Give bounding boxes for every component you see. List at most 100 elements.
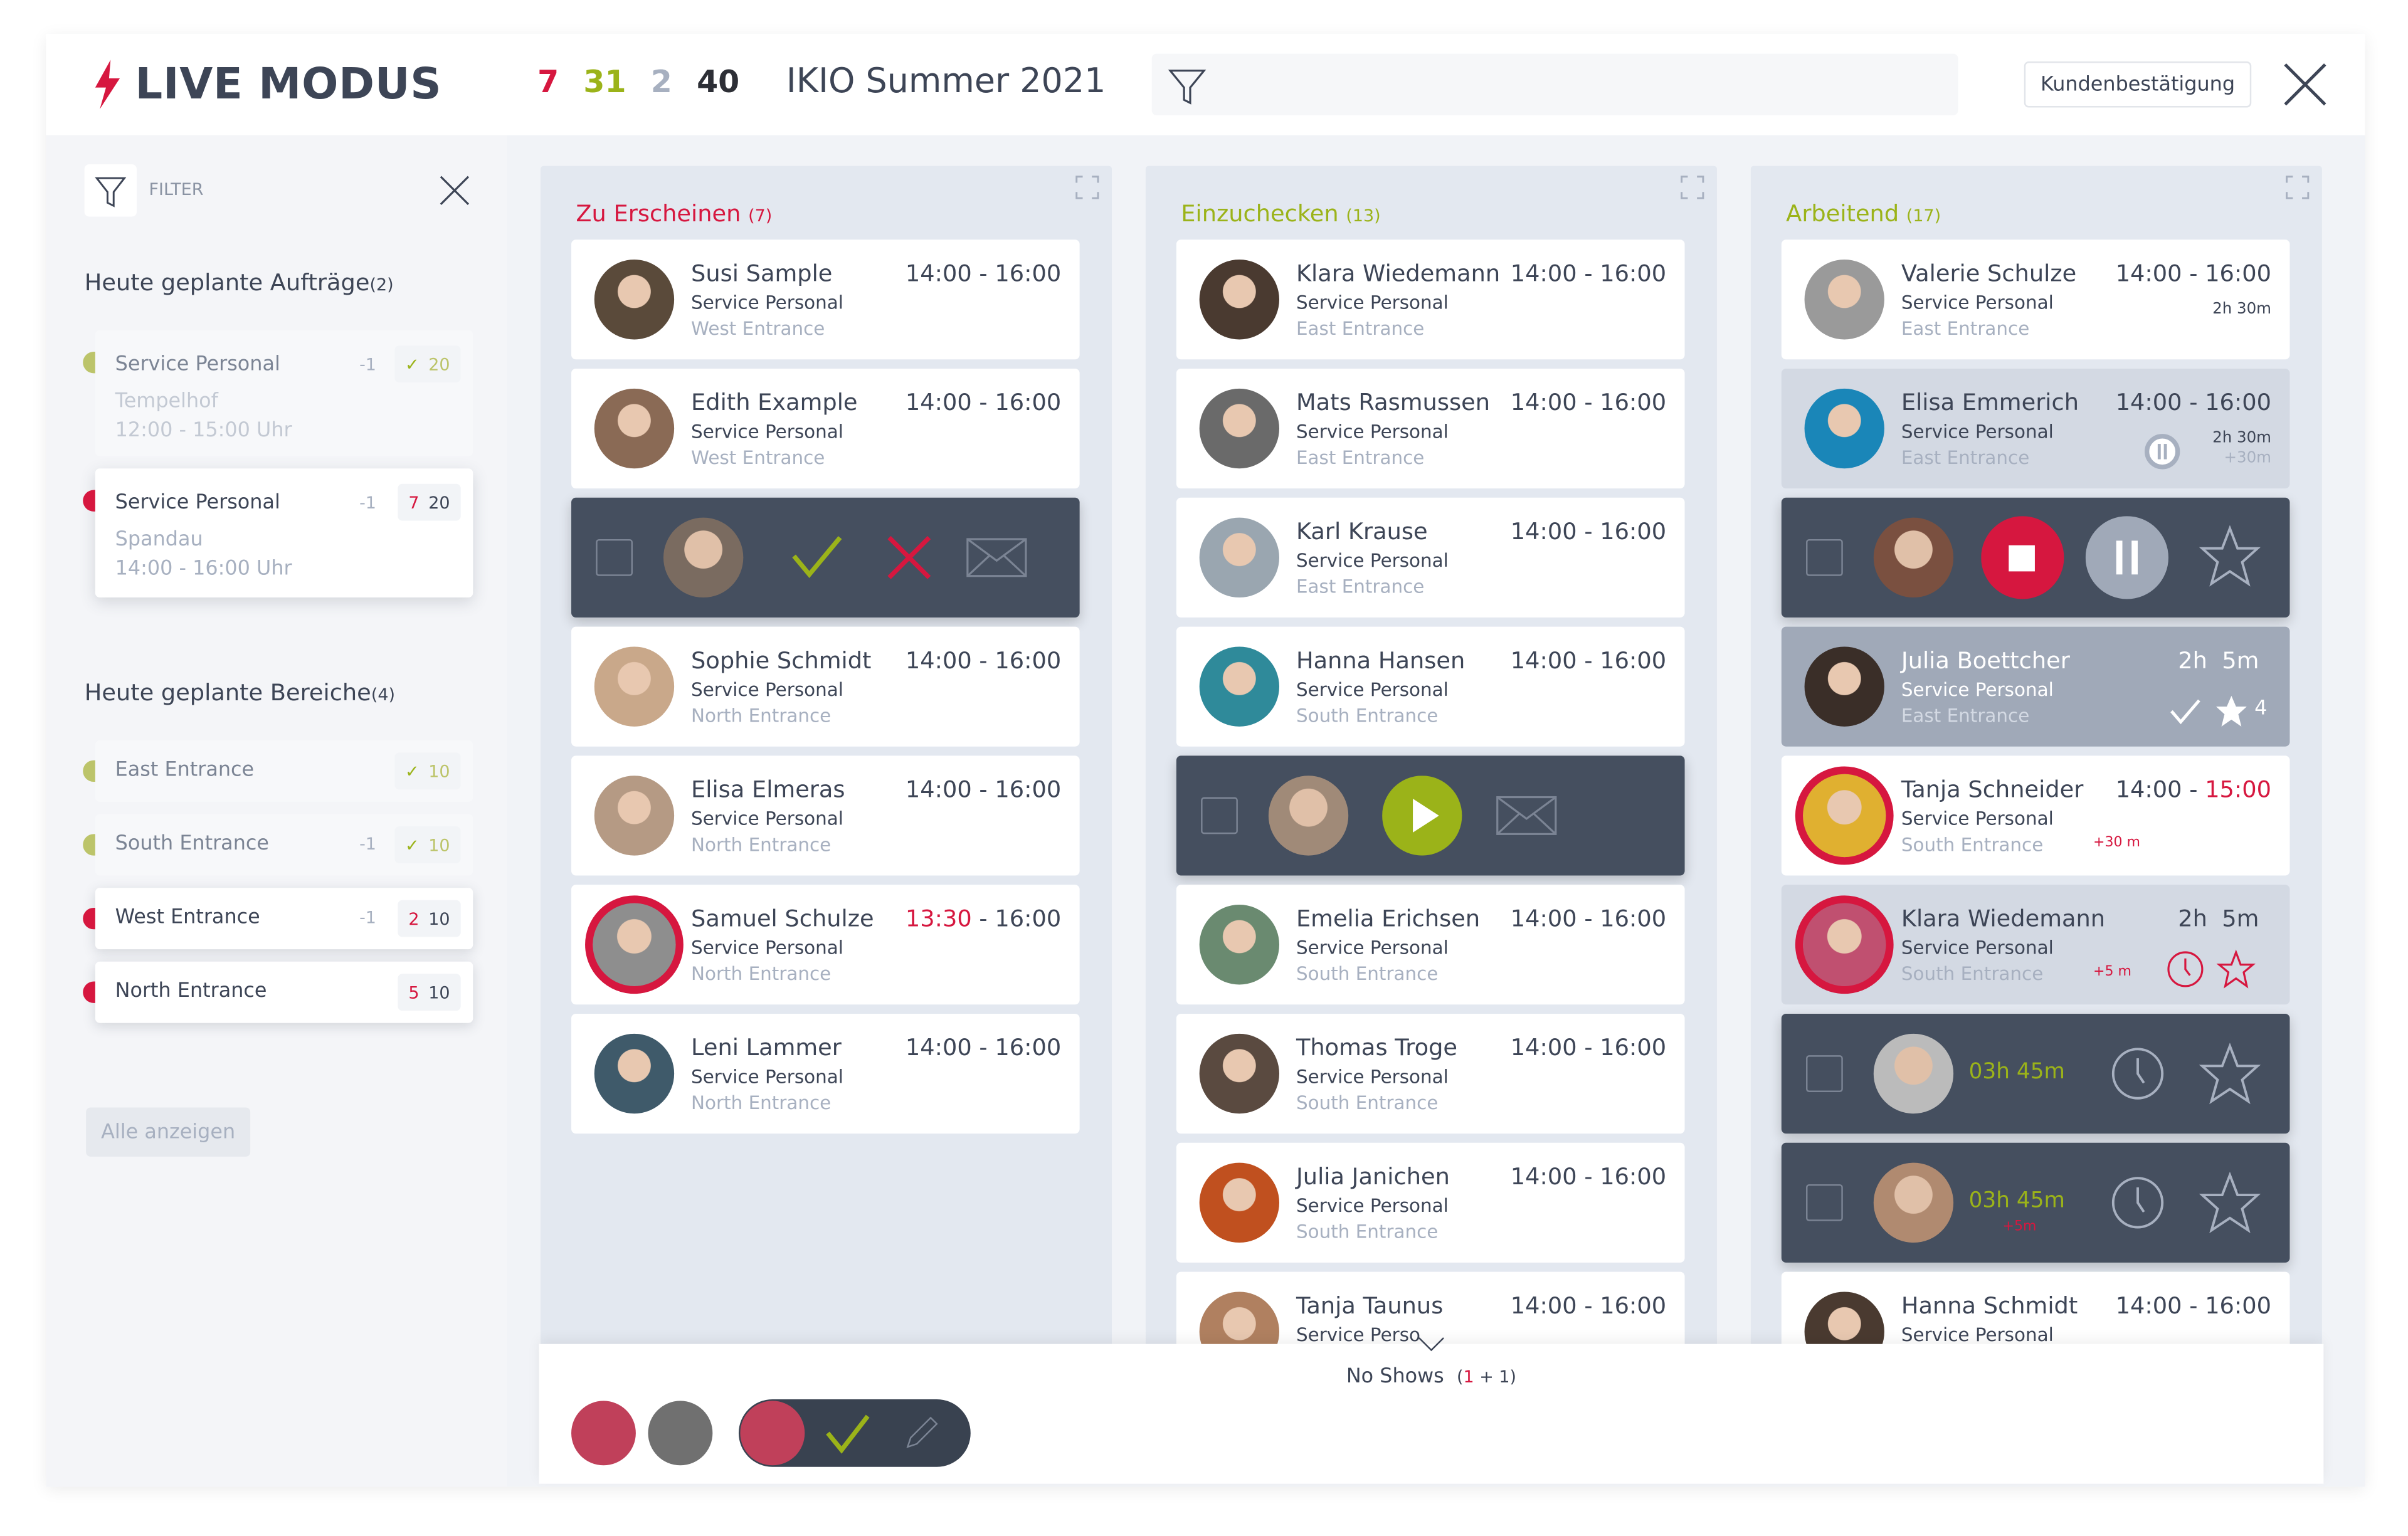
filter-button[interactable] [84, 164, 137, 217]
expand-icon[interactable] [1680, 175, 1704, 206]
select-checkbox[interactable] [1806, 1055, 1843, 1092]
person-role: Service Personal [1296, 1066, 1449, 1088]
person-card[interactable]: Leni Lammer Service Personal North Entranc… [571, 1014, 1080, 1134]
person-name: Hanna Hansen [1296, 646, 1465, 675]
x-icon[interactable] [885, 533, 934, 588]
person-card[interactable]: Elisa Elmeras Service Personal North Entra… [571, 755, 1080, 876]
person-card[interactable]: Thomas Troge Service Personal South Entran… [1176, 1014, 1685, 1134]
person-card[interactable]: Emelia Erichsen Service Personal South Ent… [1176, 885, 1685, 1005]
avatar[interactable] [594, 260, 675, 340]
avatar[interactable] [1199, 517, 1280, 598]
person-card[interactable]: Hanna Hansen Service Personal South Entran… [1176, 626, 1685, 747]
person-card[interactable]: Samuel Schulze Service Personal North Entr… [571, 885, 1080, 1005]
check-icon[interactable] [789, 532, 845, 587]
avatar[interactable] [1804, 646, 1884, 727]
person-card[interactable]: Elisa Emmerich Service Personal East Entra… [1781, 369, 2290, 489]
envelope-icon[interactable] [1496, 796, 1557, 842]
action-card[interactable]: 03h 45m +5m [1781, 1142, 2290, 1263]
search-filter-bar[interactable] [1151, 53, 1958, 115]
order-card[interactable]: Service Personal -1 ✓ 20 Tempelhof 12:00 - 15… [83, 330, 473, 456]
person-role: Service Personal [691, 1066, 843, 1088]
person-card[interactable]: Tanja Schneider Service Personal South Ent… [1781, 755, 2290, 876]
clock-icon[interactable] [2110, 1175, 2165, 1236]
area-row[interactable]: North Entrance 5 10 [83, 961, 473, 1023]
shift-time: 14:00 - 16:00 [905, 776, 1062, 804]
pencil-icon[interactable] [902, 1413, 942, 1453]
select-checkbox[interactable] [1806, 539, 1843, 576]
avatar[interactable] [1199, 1033, 1280, 1114]
person-card[interactable]: Susi Sample Service Personal West Entrance… [571, 239, 1080, 360]
avatar[interactable] [1795, 895, 1894, 994]
avatar[interactable] [1199, 905, 1280, 985]
select-checkbox[interactable] [596, 539, 633, 576]
avatar[interactable] [571, 1401, 636, 1466]
close-icon[interactable] [2282, 61, 2328, 108]
area-row[interactable]: East Entrance ✓ 10 [83, 740, 473, 802]
expand-icon[interactable] [1075, 175, 1099, 206]
area-row[interactable]: South Entrance -1 ✓ 10 [83, 814, 473, 876]
person-card[interactable]: Julia Janichen Service Personal South Entr… [1176, 1142, 1685, 1263]
person-card[interactable]: Julia Boettcher Service Personal East Entr… [1781, 626, 2290, 747]
person-card[interactable]: Sophie Schmidt Service Personal North Entr… [571, 626, 1080, 747]
action-card[interactable] [1781, 497, 2290, 618]
avatar[interactable] [1804, 388, 1884, 469]
shift-time: 14:00 - 15:00 [2115, 776, 2272, 804]
avatar[interactable] [594, 1033, 675, 1114]
avatar[interactable] [1268, 776, 1349, 856]
person-card[interactable]: Klara Wiedemann Service Personal East Entr… [1176, 239, 1685, 360]
avatar[interactable] [585, 895, 684, 994]
expand-icon[interactable] [2285, 175, 2310, 206]
person-card[interactable]: Hanna Schmidt Service Personal 14:00 - 16:… [1781, 1271, 2290, 1352]
select-checkbox[interactable] [1201, 797, 1238, 834]
check-icon[interactable] [825, 1412, 870, 1455]
envelope-icon[interactable] [966, 538, 1027, 584]
star-icon[interactable] [2216, 949, 2256, 996]
avatar[interactable] [1795, 766, 1894, 865]
avatar[interactable] [1873, 517, 1954, 598]
show-all-button[interactable]: Alle anzeigen [86, 1107, 251, 1157]
customer-confirmation-button[interactable]: Kundenbestätigung [2024, 61, 2252, 108]
avatar[interactable] [1199, 260, 1280, 340]
pause-icon[interactable] [2085, 516, 2168, 605]
avatar[interactable] [1804, 1291, 1884, 1352]
filter-icon[interactable] [1167, 66, 1207, 106]
avatar[interactable] [1873, 1033, 1954, 1114]
clock-icon[interactable] [2165, 949, 2205, 996]
avatar[interactable] [1804, 260, 1884, 340]
avatar[interactable] [663, 517, 744, 598]
person-name: Julia Janichen [1296, 1162, 1450, 1191]
pause-indicator-icon[interactable] [2144, 433, 2181, 476]
avatar[interactable] [1199, 1162, 1280, 1243]
action-card[interactable]: 03h 45m [1781, 1014, 2290, 1134]
avatar[interactable] [1199, 1291, 1280, 1352]
area-row[interactable]: West Entrance -1 2 10 [83, 888, 473, 950]
person-role: Service Personal [1901, 421, 2054, 443]
star-icon[interactable] [2199, 1171, 2261, 1239]
play-icon[interactable] [1382, 776, 1462, 861]
person-card[interactable]: Valerie Schulze Service Personal East Entr… [1781, 239, 2290, 360]
action-card[interactable] [571, 497, 1080, 618]
person-card[interactable]: Edith Example Service Personal West Entran… [571, 369, 1080, 489]
action-card[interactable] [1176, 755, 1685, 876]
clear-filter-icon[interactable] [439, 175, 470, 206]
avatar[interactable] [594, 388, 675, 469]
avatar[interactable] [594, 646, 675, 727]
person-name: Edith Example [691, 388, 858, 416]
avatar[interactable] [1199, 646, 1280, 727]
select-checkbox[interactable] [1806, 1184, 1843, 1221]
star-icon[interactable] [2199, 1042, 2261, 1111]
clock-icon[interactable] [2110, 1046, 2165, 1107]
stop-icon[interactable] [1981, 516, 2064, 605]
person-card[interactable]: Klara Wiedemann Service Personal South Ent… [1781, 885, 2290, 1005]
star-icon[interactable] [2199, 525, 2261, 593]
chevron-down-icon[interactable] [1416, 1335, 1447, 1353]
avatar[interactable] [1873, 1162, 1954, 1243]
avatar[interactable] [1199, 388, 1280, 469]
avatar[interactable] [740, 1401, 805, 1466]
order-card[interactable]: Service Personal -1 7 20 Spandau 14:00 - 16:0… [83, 468, 473, 598]
person-card[interactable]: Karl Krause Service Personal East Entrance… [1176, 497, 1685, 618]
person-card[interactable]: Mats Rasmussen Service Personal East Entra… [1176, 369, 1685, 489]
avatar[interactable] [594, 776, 675, 856]
avatar[interactable] [648, 1401, 713, 1466]
badge-a: 5 [408, 982, 420, 1002]
